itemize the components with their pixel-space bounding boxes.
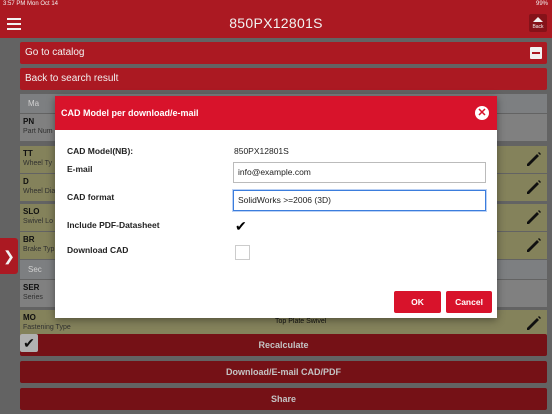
ok-label: OK [411,297,424,307]
pdf-datasheet-checkbox[interactable]: ✔ [235,219,250,234]
close-icon[interactable]: ✕ [475,106,489,120]
cancel-button[interactable]: Cancel [446,291,492,313]
download-cad-checkbox[interactable] [235,245,250,260]
email-label: E-mail [67,164,93,174]
cad-format-label: CAD format [67,192,115,202]
ok-button[interactable]: OK [394,291,441,313]
modal-header: CAD Model per download/e-mail ✕ [55,96,497,130]
download-cad-label: Download CAD [67,245,129,255]
cancel-label: Cancel [455,297,483,307]
cad-model-label: CAD Model(NB): [67,146,134,156]
pdf-datasheet-label: Include PDF-Datasheet [67,220,160,230]
cad-model-value: 850PX12801S [234,146,289,156]
email-field[interactable]: info@example.com [233,162,486,183]
cad-modal: CAD Model per download/e-mail ✕ CAD Mode… [55,96,497,318]
modal-title: CAD Model per download/e-mail [61,108,199,118]
cad-format-select[interactable]: SolidWorks >=2006 (3D) [233,190,486,211]
